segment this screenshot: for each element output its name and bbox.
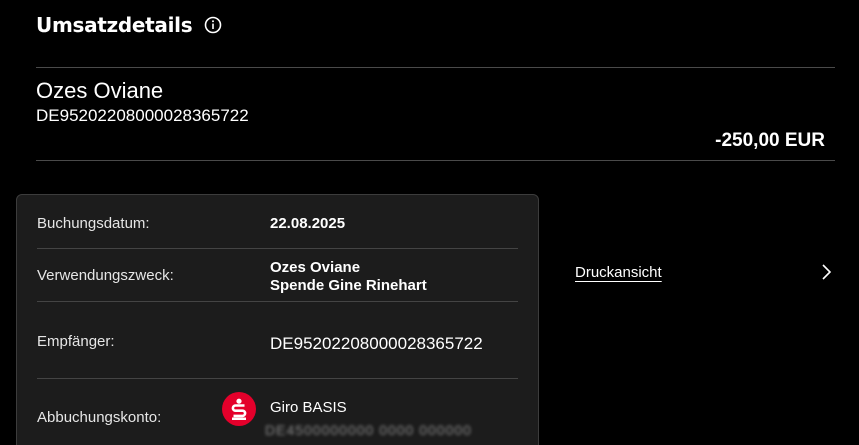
purpose-label: Verwendungszweck: [37, 267, 174, 284]
purpose-line-1: Ozes Oviane [270, 259, 361, 276]
recipient-label: Empfänger: [37, 333, 115, 350]
booking-date-value: 22.08.2025 [270, 215, 346, 232]
chevron-right-icon[interactable] [819, 263, 833, 281]
transaction-details-page: Umsatzdetails Ozes Oviane DE952022080000… [0, 0, 859, 445]
details-card: Buchungsdatum: 22.08.2025 Verwendungszwe… [16, 194, 539, 445]
summary-divider [36, 160, 835, 161]
counterparty-name: Ozes Oviane [36, 78, 164, 103]
row-divider [37, 248, 518, 249]
row-divider [37, 378, 518, 379]
counterparty-iban: DE95202208000028365722 [36, 106, 249, 125]
recipient-value: DE95202208000028365722 [270, 334, 483, 353]
debit-account-iban-masked: DE4500000000 0000 000000 [265, 422, 472, 438]
sparkasse-logo-icon [222, 392, 256, 426]
row-divider [37, 301, 518, 302]
debit-account-label: Abbuchungskonto: [37, 409, 162, 426]
info-icon[interactable] [204, 16, 222, 34]
print-view-link[interactable]: Druckansicht [575, 264, 662, 281]
transaction-amount: -250,00 EUR [715, 130, 825, 151]
debit-account-name: Giro BASIS [270, 399, 347, 416]
header-divider [36, 67, 835, 68]
booking-date-label: Buchungsdatum: [37, 215, 150, 232]
header: Umsatzdetails [36, 13, 222, 37]
purpose-line-2: Spende Gine Rinehart [270, 277, 427, 294]
page-title: Umsatzdetails [36, 13, 193, 37]
